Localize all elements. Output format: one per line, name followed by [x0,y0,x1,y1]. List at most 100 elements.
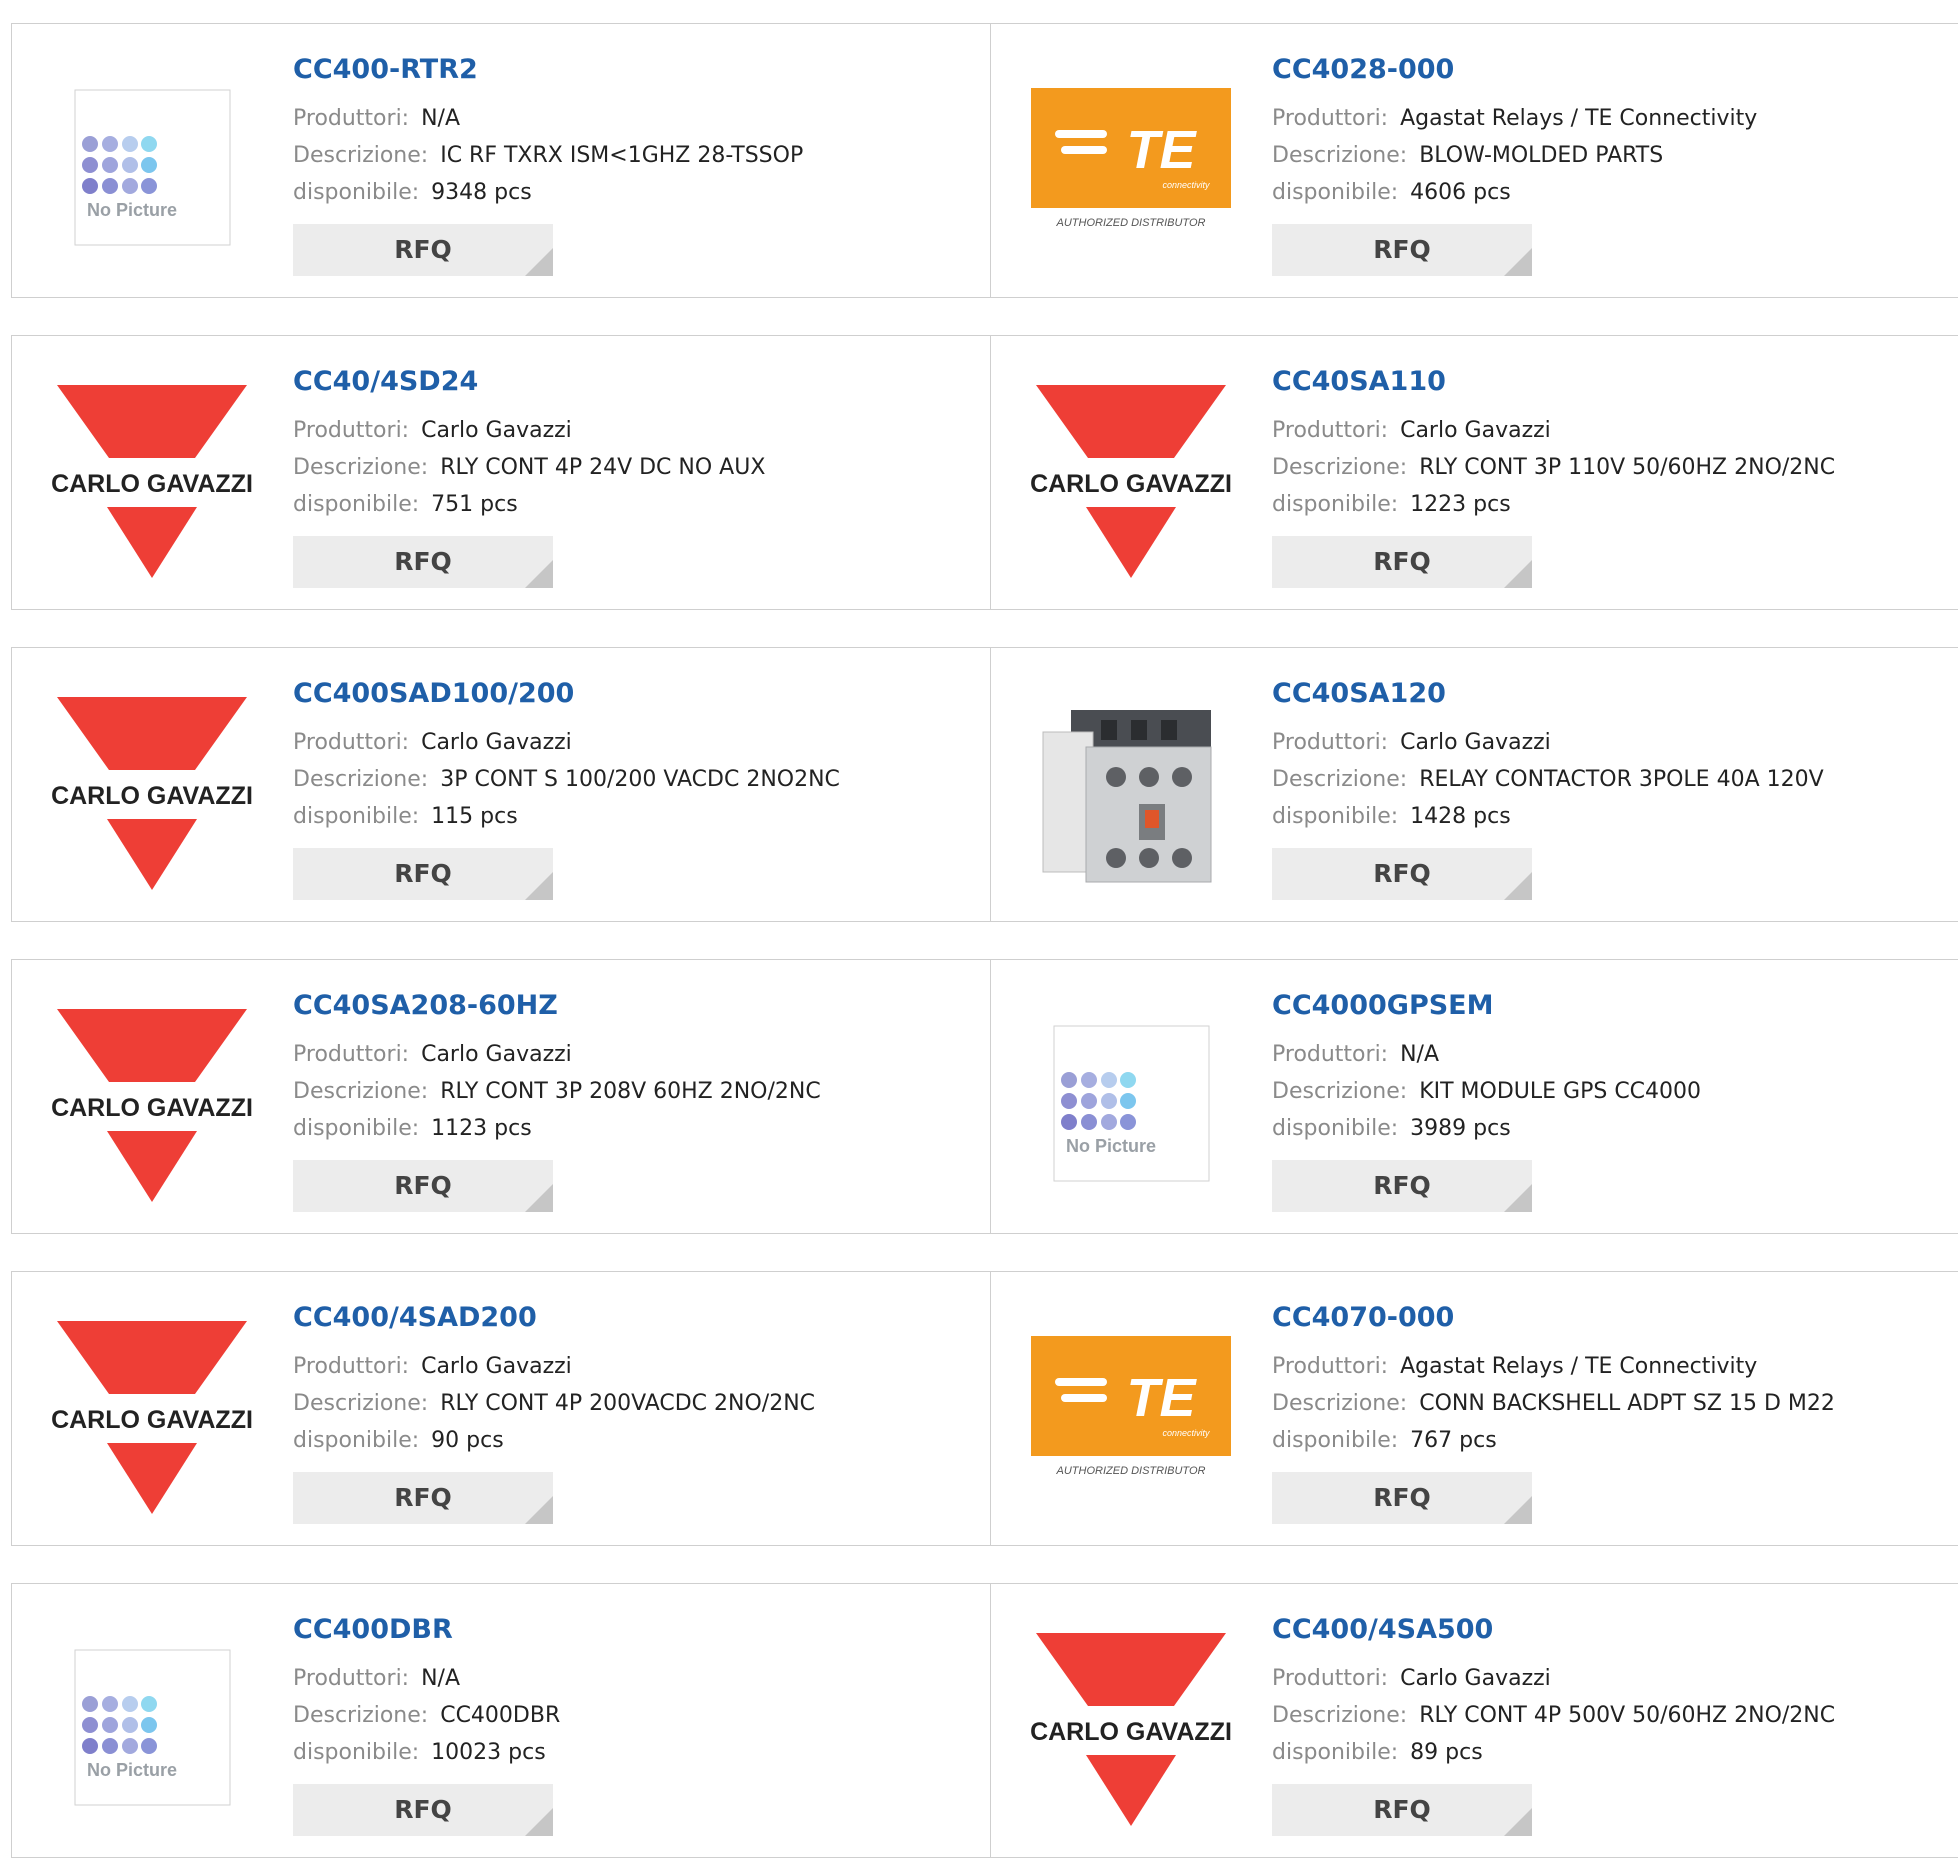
manufacturer-label: Produttori: [1272,730,1389,755]
rfq-label: RFQ [1373,1171,1431,1200]
corner-triangle [525,872,553,900]
rfq-button[interactable]: RFQ [293,536,553,588]
product-card: TE connectivity AUTHORIZED DISTRIBUTOR C… [990,23,1958,298]
manufacturer-logo[interactable]: CARLO GAVAZZI [52,1004,252,1204]
description-label: Descrizione: [1272,1391,1408,1416]
part-number-link[interactable]: CC40SA110 [1272,366,1446,397]
part-number-link[interactable]: CC4028-000 [1272,54,1454,85]
no-picture-placeholder[interactable]: No Picture [1031,1004,1231,1204]
description-value: KIT MODULE GPS CC4000 [1419,1079,1702,1104]
description-label: Descrizione: [293,1703,429,1728]
availability-label: disponibile: [1272,1740,1399,1765]
part-number-link[interactable]: CC40/4SD24 [293,366,478,397]
manufacturer-value: Carlo Gavazzi [421,1354,572,1379]
rfq-button[interactable]: RFQ [1272,536,1532,588]
manufacturer-label: Produttori: [293,106,410,131]
rfq-label: RFQ [394,1171,452,1200]
availability-label: disponibile: [1272,804,1399,829]
corner-triangle [1504,248,1532,276]
availability-row: disponibile: 1428 pcs [1272,804,1511,829]
description-label: Descrizione: [293,455,429,480]
part-number-link[interactable]: CC400/4SAD200 [293,1302,537,1333]
availability-value: 9348 pcs [431,180,532,205]
availability-value: 4606 pcs [1410,180,1511,205]
product-photo[interactable] [1031,692,1231,892]
svg-text:TE: TE [1126,120,1197,180]
rfq-button[interactable]: RFQ [293,1472,553,1524]
corner-triangle [1504,1496,1532,1524]
manufacturer-label: Produttori: [1272,106,1389,131]
manufacturer-logo[interactable]: CARLO GAVAZZI [52,692,252,892]
rfq-label: RFQ [1373,1483,1431,1512]
description-label: Descrizione: [1272,1703,1408,1728]
availability-row: disponibile: 9348 pcs [293,180,532,205]
product-grid: No Picture CC400-RTR2 Produttori: N/A Des… [0,0,1958,1858]
svg-text:No Picture: No Picture [87,200,177,220]
rfq-button[interactable]: RFQ [293,848,553,900]
manufacturer-logo[interactable]: CARLO GAVAZZI [52,380,252,580]
availability-label: disponibile: [293,1740,420,1765]
manufacturer-logo[interactable]: CARLO GAVAZZI [1031,1628,1231,1828]
manufacturer-value: Carlo Gavazzi [421,1042,572,1067]
corner-triangle [525,560,553,588]
manufacturer-label: Produttori: [293,730,410,755]
rfq-button[interactable]: RFQ [1272,1472,1532,1524]
part-number-link[interactable]: CC400DBR [293,1614,453,1645]
manufacturer-value: Agastat Relays / TE Connectivity [1400,106,1758,131]
availability-row: disponibile: 1223 pcs [1272,492,1511,517]
manufacturer-value: Carlo Gavazzi [421,730,572,755]
description-value: RLY CONT 4P 24V DC NO AUX [440,455,766,480]
logo-text: CARLO GAVAZZI [52,1406,252,1434]
availability-value: 1428 pcs [1410,804,1511,829]
part-number-link[interactable]: CC4070-000 [1272,1302,1454,1333]
manufacturer-row: Produttori: Carlo Gavazzi [293,1042,572,1067]
description-row: Descrizione: IC RF TXRX ISM<1GHZ 28-TSSOP [293,143,803,168]
rfq-button[interactable]: RFQ [1272,224,1532,276]
manufacturer-logo[interactable]: CARLO GAVAZZI [1031,380,1231,580]
part-number-link[interactable]: CC40SA208-60HZ [293,990,558,1021]
availability-label: disponibile: [293,1116,420,1141]
product-card: TE connectivity AUTHORIZED DISTRIBUTOR C… [990,1271,1958,1546]
product-card: No Picture CC4000GPSEM Produttori: N/A De… [990,959,1958,1234]
logo-text: CARLO GAVAZZI [52,1094,252,1122]
description-label: Descrizione: [1272,1079,1408,1104]
part-number-link[interactable]: CC400/4SA500 [1272,1614,1493,1645]
no-picture-placeholder[interactable]: No Picture [52,1628,252,1828]
logo-text: CARLO GAVAZZI [1031,1718,1231,1746]
part-number-link[interactable]: CC400SAD100/200 [293,678,574,709]
part-number-link[interactable]: CC400-RTR2 [293,54,478,85]
manufacturer-row: Produttori: Carlo Gavazzi [293,730,572,755]
manufacturer-logo[interactable]: TE connectivity AUTHORIZED DISTRIBUTOR [1031,1316,1231,1516]
no-picture-placeholder[interactable]: No Picture [52,68,252,268]
part-number-link[interactable]: CC4000GPSEM [1272,990,1493,1021]
rfq-button[interactable]: RFQ [293,224,553,276]
rfq-button[interactable]: RFQ [1272,1160,1532,1212]
rfq-label: RFQ [394,859,452,888]
rfq-button[interactable]: RFQ [1272,1784,1532,1836]
availability-value: 1223 pcs [1410,492,1511,517]
rfq-button[interactable]: RFQ [293,1160,553,1212]
description-label: Descrizione: [293,1391,429,1416]
description-label: Descrizione: [293,1079,429,1104]
description-row: Descrizione: 3P CONT S 100/200 VACDC 2NO2… [293,767,840,792]
svg-text:TE: TE [1126,1368,1197,1428]
description-value: RELAY CONTACTOR 3POLE 40A 120V [1419,767,1824,792]
description-label: Descrizione: [293,767,429,792]
rfq-button[interactable]: RFQ [1272,848,1532,900]
availability-row: disponibile: 90 pcs [293,1428,504,1453]
manufacturer-logo[interactable]: TE connectivity AUTHORIZED DISTRIBUTOR [1031,68,1231,268]
availability-label: disponibile: [293,180,420,205]
rfq-button[interactable]: RFQ [293,1784,553,1836]
description-value: RLY CONT 4P 200VACDC 2NO/2NC [440,1391,816,1416]
manufacturer-logo[interactable]: CARLO GAVAZZI [52,1316,252,1516]
manufacturer-label: Produttori: [1272,1666,1389,1691]
logo-text: CARLO GAVAZZI [52,782,252,810]
availability-row: disponibile: 767 pcs [1272,1428,1497,1453]
part-number-link[interactable]: CC40SA120 [1272,678,1446,709]
corner-triangle [1504,1808,1532,1836]
svg-text:AUTHORIZED DISTRIBUTOR: AUTHORIZED DISTRIBUTOR [1056,217,1206,229]
corner-triangle [1504,1184,1532,1212]
availability-value: 1123 pcs [431,1116,532,1141]
description-value: CC400DBR [440,1703,561,1728]
availability-value: 3989 pcs [1410,1116,1511,1141]
